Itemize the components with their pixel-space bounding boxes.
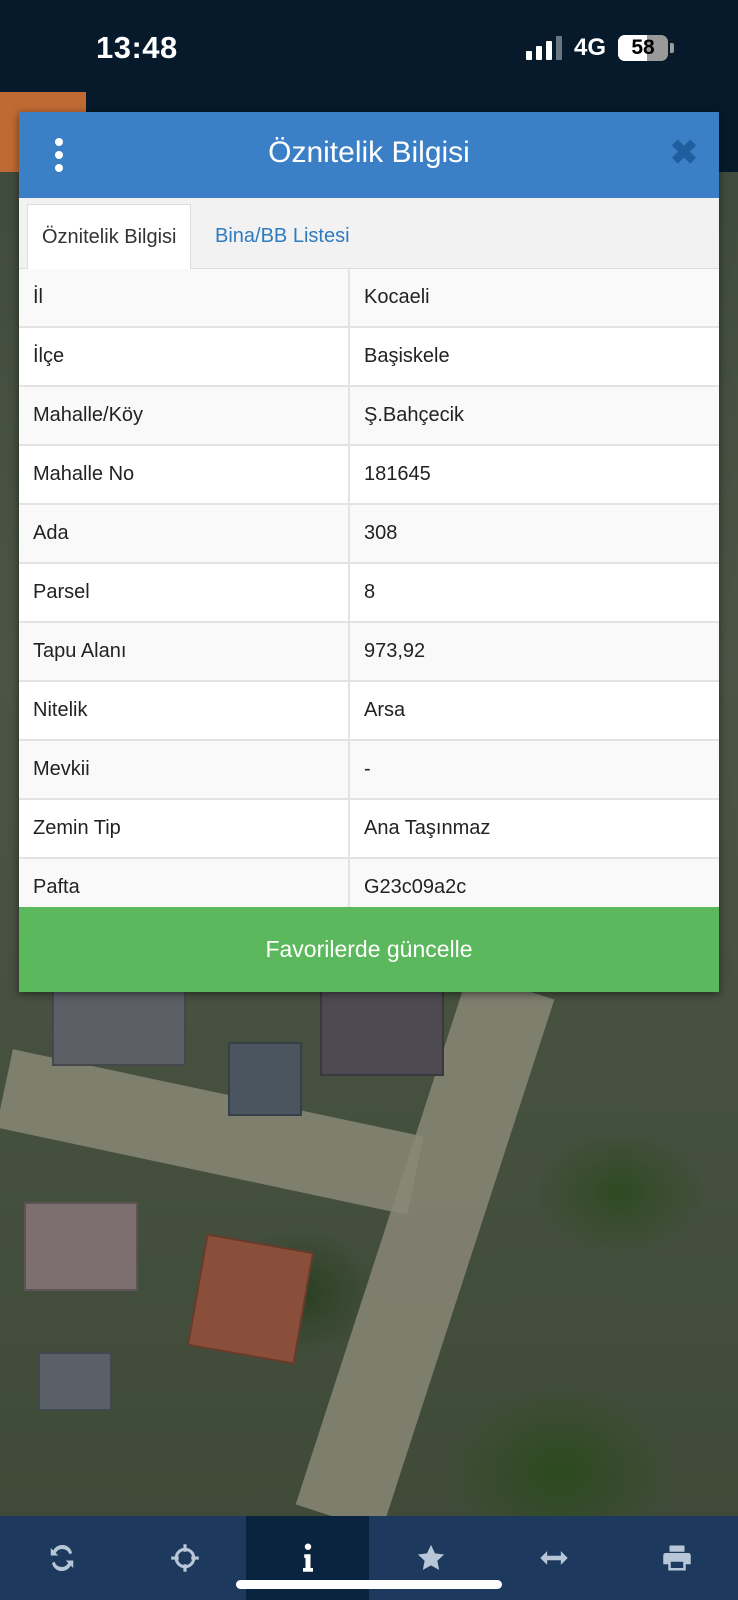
- attribute-table: İl Kocaeli İlçe Başiskele Mahalle/Köy Ş.Bahçe…: [19, 269, 719, 918]
- status-bar: 13:48 4G 58: [0, 0, 738, 92]
- map-building: [186, 1233, 315, 1365]
- table-row: Tapu Alanı 973,92: [19, 623, 719, 682]
- table-row: Mevkii -: [19, 741, 719, 800]
- attribute-key: Parsel: [19, 564, 350, 621]
- table-row: Ada 308: [19, 505, 719, 564]
- attribute-key: Mahalle No: [19, 446, 350, 503]
- battery-icon: 58: [618, 35, 668, 61]
- status-time: 13:48: [96, 30, 178, 65]
- attribute-dialog: Öznitelik Bilgisi ✖ Öznitelik Bilgisi Bi…: [19, 112, 719, 992]
- attribute-value: Ana Taşınmaz: [364, 817, 491, 839]
- map-building: [24, 1202, 138, 1291]
- table-row: İlçe Başiskele: [19, 328, 719, 387]
- attribute-key: İl: [19, 269, 350, 326]
- crosshair-icon[interactable]: [123, 1516, 246, 1600]
- refresh-icon[interactable]: [0, 1516, 123, 1600]
- attribute-value: Ş.Bahçecik: [364, 404, 465, 426]
- table-row: Parsel 8: [19, 564, 719, 623]
- attribute-value: 973,92: [364, 640, 426, 662]
- attribute-value: Başiskele: [364, 345, 450, 367]
- attribute-key: Zemin Tip: [19, 800, 350, 857]
- network-type: 4G: [573, 34, 606, 61]
- status-indicators: 4G 58: [525, 34, 674, 62]
- print-icon[interactable]: [615, 1516, 738, 1600]
- attribute-key: Mevkii: [19, 741, 350, 798]
- attribute-value: 181645: [364, 463, 431, 485]
- attribute-value: Kocaeli: [364, 286, 430, 308]
- table-row: İl Kocaeli: [19, 269, 719, 328]
- table-row: Mahalle No 181645: [19, 446, 719, 505]
- map-building: [38, 1352, 112, 1411]
- attribute-key: Ada: [19, 505, 350, 562]
- attribute-key: İlçe: [19, 328, 350, 385]
- attribute-value: Arsa: [364, 699, 406, 721]
- tab-attribute-info[interactable]: Öznitelik Bilgisi: [27, 204, 192, 269]
- battery-tip: [670, 43, 674, 53]
- table-row: Nitelik Arsa: [19, 682, 719, 741]
- battery-level: 58: [631, 36, 655, 59]
- attribute-key: Nitelik: [19, 682, 350, 739]
- close-icon[interactable]: ✖: [669, 136, 699, 170]
- attribute-value: -: [364, 758, 371, 780]
- attribute-key: Mahalle/Köy: [19, 387, 350, 444]
- attribute-value: 308: [364, 522, 398, 544]
- update-favorites-button[interactable]: Favorilerde güncelle: [19, 907, 719, 992]
- map-building: [228, 1042, 302, 1116]
- table-row: Mahalle/Köy Ş.Bahçecik: [19, 387, 719, 446]
- measure-icon[interactable]: [492, 1516, 615, 1600]
- attribute-value: 8: [364, 581, 376, 603]
- tab-building-list[interactable]: Bina/BB Listesi: [201, 204, 364, 268]
- dialog-tabs: Öznitelik Bilgisi Bina/BB Listesi: [19, 198, 719, 269]
- map-building: [52, 982, 186, 1066]
- home-indicator[interactable]: [236, 1580, 502, 1589]
- dialog-header: Öznitelik Bilgisi ✖: [19, 112, 719, 198]
- dialog-title: Öznitelik Bilgisi: [268, 136, 470, 169]
- signal-icon: [525, 36, 562, 60]
- map-building: [320, 982, 444, 1076]
- table-row: Zemin Tip Ana Taşınmaz: [19, 800, 719, 859]
- attribute-key: Tapu Alanı: [19, 623, 350, 680]
